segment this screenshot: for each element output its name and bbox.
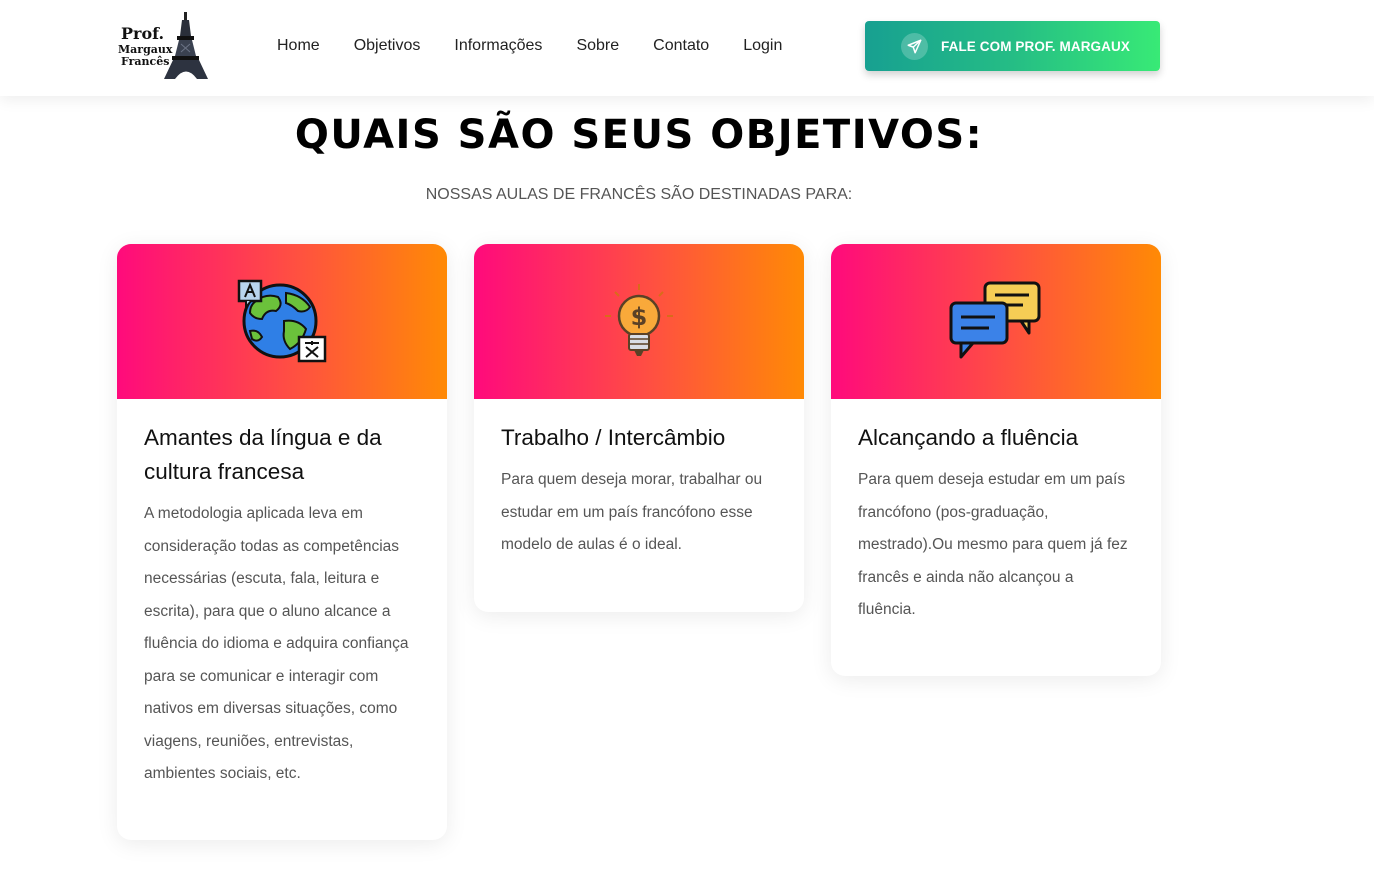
card-title: Amantes da língua e da cultura francesa	[144, 425, 382, 484]
card-body: Alcançando a fluência Para quem deseja e…	[831, 399, 1161, 667]
card-banner: $	[474, 244, 804, 399]
main-nav: Home Objetivos Informações Sobre Contato…	[277, 34, 816, 58]
nav-objetivos[interactable]: Objetivos	[354, 34, 421, 58]
objective-card-work-exchange: $ Trabalho / Intercâmbio Para quem desej…	[474, 244, 804, 612]
nav-informacoes[interactable]: Informações	[454, 34, 542, 58]
telegram-send-icon	[901, 32, 928, 60]
nav-contato[interactable]: Contato	[653, 34, 709, 58]
nav-sobre[interactable]: Sobre	[576, 34, 619, 58]
money-lightbulb-icon: $	[605, 283, 673, 356]
card-title: Alcançando a fluência	[858, 425, 1079, 450]
card-banner	[117, 244, 447, 399]
card-text: Para quem deseja estudar em um país fran…	[858, 471, 1128, 618]
nav-home[interactable]: Home	[277, 34, 320, 58]
site-header: Prof. Margaux Francês Home Objetivos Inf…	[0, 0, 1374, 96]
contact-teacher-label: FALE COM PROF. MARGAUX	[941, 38, 1130, 54]
svg-text:$: $	[631, 303, 648, 331]
card-text: Para quem deseja morar, trabalhar ou est…	[501, 471, 763, 553]
logo[interactable]: Prof. Margaux Francês	[118, 12, 214, 82]
eiffel-tower-icon	[164, 12, 208, 79]
globe-translate-icon	[237, 279, 327, 362]
card-title: Trabalho / Intercâmbio	[501, 425, 726, 450]
objective-card-language-lovers: Amantes da língua e da cultura francesa …	[117, 244, 447, 840]
card-banner	[831, 244, 1161, 399]
nav-login[interactable]: Login	[743, 34, 782, 58]
card-body: Amantes da língua e da cultura francesa …	[117, 399, 447, 831]
card-text: A metodologia aplicada leva em considera…	[144, 505, 409, 782]
chat-bubbles-icon	[949, 281, 1041, 358]
card-body: Trabalho / Intercâmbio Para quem deseja …	[474, 399, 804, 602]
objective-card-fluency: Alcançando a fluência Para quem deseja e…	[831, 244, 1161, 676]
section-title: QUAIS SÃO SEUS OBJETIVOS:	[294, 112, 984, 158]
section-subtitle: NOSSAS AULAS DE FRANCÊS SÃO DESTINADAS P…	[425, 186, 853, 203]
contact-teacher-button[interactable]: FALE COM PROF. MARGAUX	[865, 21, 1160, 71]
